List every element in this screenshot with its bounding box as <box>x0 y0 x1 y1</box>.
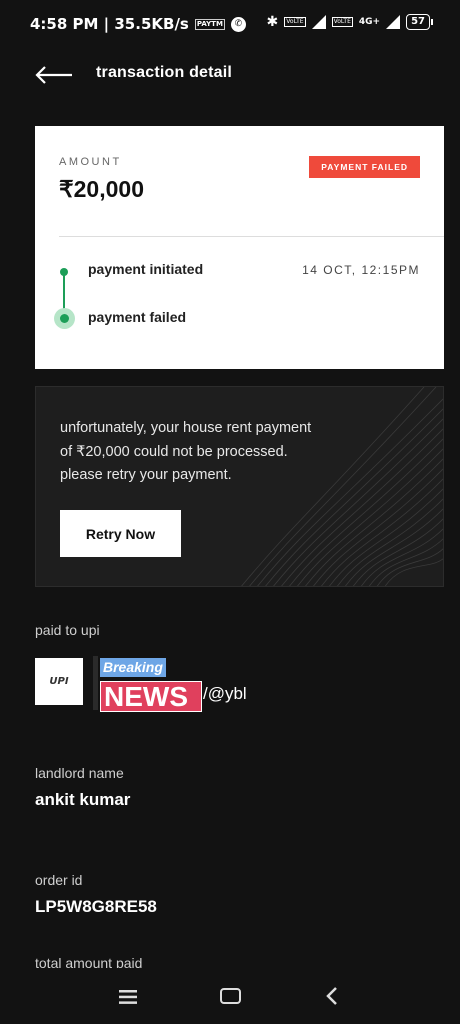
volte-icon: VoLTE <box>284 17 306 27</box>
order-id-label: order id <box>35 872 83 888</box>
timeline-step-initiated: payment initiated <box>88 261 204 277</box>
timeline-dot-inner <box>60 314 69 323</box>
status-bar: 4:58 PM | 35.5KB/s PAYTM ✆ ✱ VoLTE VoLTE… <box>0 0 460 52</box>
data-usage-icon: PAYTM <box>194 18 225 30</box>
amount-label: AMOUNT <box>59 156 122 168</box>
status-right: ✱ VoLTE VoLTE 4G+ 57 <box>266 14 433 30</box>
landlord-value: ankit kumar <box>35 790 131 809</box>
timeline-dot-failed <box>54 308 75 329</box>
call-icon: ✆ <box>230 16 246 32</box>
divider <box>59 236 444 237</box>
upi-id-suffix: /@ybl <box>203 684 247 703</box>
timeline-dot-initiated <box>60 268 68 276</box>
transaction-card: AMOUNT ₹20,000 PAYMENT FAILED payment in… <box>35 126 444 369</box>
retry-now-button[interactable]: Retry Now <box>60 510 181 557</box>
chevron-left-icon[interactable] <box>324 986 340 1006</box>
signal-icon <box>311 15 326 29</box>
status-time: 4:58 PM | 35.5KB/s <box>30 15 189 33</box>
failure-line-3: please retry your payment. <box>60 467 232 483</box>
amount-value: ₹20,000 <box>59 176 144 202</box>
battery-icon: 57 <box>406 14 433 30</box>
sticker-breaking: Breaking <box>100 658 166 677</box>
breaking-news-sticker: Breaking NEWS <box>100 657 202 712</box>
redaction-strip <box>93 656 98 710</box>
failure-line-1: unfortunately, your house rent payment <box>60 420 312 436</box>
status-left: 4:58 PM | 35.5KB/s PAYTM ✆ <box>30 15 246 33</box>
failure-line-2: of ₹20,000 could not be processed. <box>60 443 288 460</box>
signal-icon-2 <box>386 15 401 29</box>
bluetooth-icon: ✱ <box>266 14 279 30</box>
header: transaction detail <box>0 60 460 90</box>
arrow-left-icon[interactable] <box>34 63 74 87</box>
timeline-step-time: 14 OCT, 12:15PM <box>302 263 420 277</box>
failure-message: unfortunately, your house rent payment o… <box>60 417 380 488</box>
volte-icon-2: VoLTE <box>331 17 353 27</box>
system-nav-bar <box>0 968 460 1024</box>
paid-to-label: paid to upi <box>35 622 100 638</box>
failure-box: unfortunately, your house rent payment o… <box>35 386 444 587</box>
status-badge: PAYMENT FAILED <box>309 156 420 178</box>
home-icon[interactable] <box>220 988 241 1004</box>
landlord-label: landlord name <box>35 765 124 781</box>
network-type: 4G+ <box>358 17 381 27</box>
upi-logo: UPI <box>35 658 83 705</box>
upi-logo-text: UPI <box>49 676 69 687</box>
menu-icon[interactable] <box>119 990 137 1004</box>
sticker-news: NEWS <box>100 681 202 712</box>
page-title: transaction detail <box>96 64 233 81</box>
timeline-step-failed: payment failed <box>88 309 187 325</box>
order-id-value: LP5W8G8RE58 <box>35 897 157 916</box>
